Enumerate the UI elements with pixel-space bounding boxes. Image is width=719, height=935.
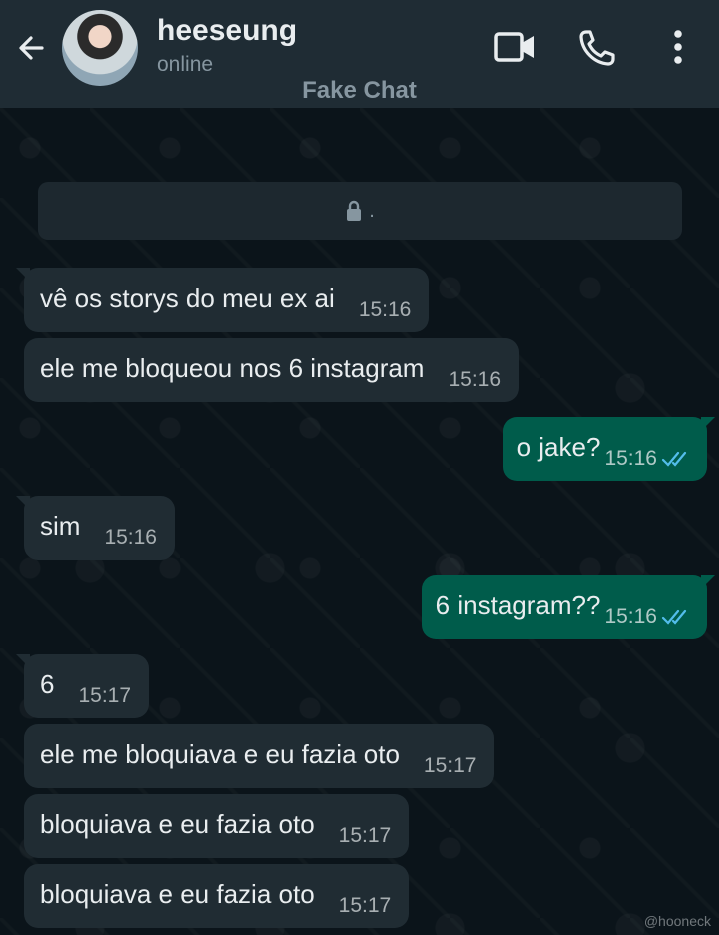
watermark: @hooneck <box>643 913 711 929</box>
double-check-icon <box>661 451 687 467</box>
message-time: 15:16 <box>104 526 157 549</box>
message-bubble-incoming[interactable]: bloquiava e eu fazia oto 15:17 <box>24 794 410 858</box>
encryption-notice-text: . <box>369 199 375 222</box>
double-check-icon <box>661 609 687 625</box>
message-bubble-incoming[interactable]: vê os storys do meu ex ai 15:16 <box>16 268 430 332</box>
message-time: 15:16 <box>604 605 657 628</box>
message-text: 6 instagram?? <box>435 589 601 620</box>
bubble-tail <box>701 575 715 589</box>
message-text: sim <box>40 510 81 541</box>
lock-icon <box>347 200 362 221</box>
more-vert-icon[interactable] <box>666 26 690 70</box>
contact-status: online <box>157 53 214 76</box>
message-text: o jake? <box>516 431 601 462</box>
phone-icon[interactable] <box>577 28 617 68</box>
message-time: 15:17 <box>78 684 132 707</box>
message-text: ele me bloqueou nos 6 instagram <box>40 352 425 383</box>
message-text: vê os storys do meu ex ai <box>40 282 335 313</box>
chat-label: Fake Chat <box>302 77 417 104</box>
message-bubble-outgoing[interactable]: 6 instagram?? 15:16 <box>421 575 715 639</box>
contact-avatar[interactable] <box>62 10 138 86</box>
message-text: 6 <box>40 668 55 699</box>
message-time: 15:17 <box>338 824 392 847</box>
video-call-icon[interactable] <box>493 28 537 66</box>
message-time: 15:16 <box>448 368 502 391</box>
message-text: bloquiava e eu fazia oto <box>40 878 315 909</box>
bubble-tail <box>16 654 30 668</box>
message-time: 15:16 <box>358 298 412 321</box>
bubble-tail <box>16 496 30 510</box>
bubble-tail <box>16 268 30 282</box>
message-bubble-incoming[interactable]: ele me bloquiava e eu fazia oto 15:17 <box>24 724 495 788</box>
message-time: 15:17 <box>423 754 477 777</box>
back-arrow-icon[interactable] <box>12 28 52 68</box>
message-text: ele me bloquiava e eu fazia oto <box>40 738 400 769</box>
message-time: 15:17 <box>338 894 392 917</box>
message-bubble-incoming[interactable]: ele me bloqueou nos 6 instagram 15:16 <box>24 338 520 402</box>
encryption-notice[interactable]: . <box>38 182 682 240</box>
message-bubble-incoming[interactable]: 6 15:17 <box>16 654 150 718</box>
message-bubble-outgoing[interactable]: o jake? 15:16 <box>502 417 715 481</box>
message-bubble-incoming[interactable]: bloquiava e eu fazia oto 15:17 <box>24 864 410 928</box>
contact-name[interactable]: heeseung <box>157 14 297 48</box>
message-bubble-incoming[interactable]: sim 15:16 <box>16 496 175 560</box>
message-text: bloquiava e eu fazia oto <box>40 808 315 839</box>
bubble-tail <box>701 417 715 431</box>
message-time: 15:16 <box>604 447 657 470</box>
